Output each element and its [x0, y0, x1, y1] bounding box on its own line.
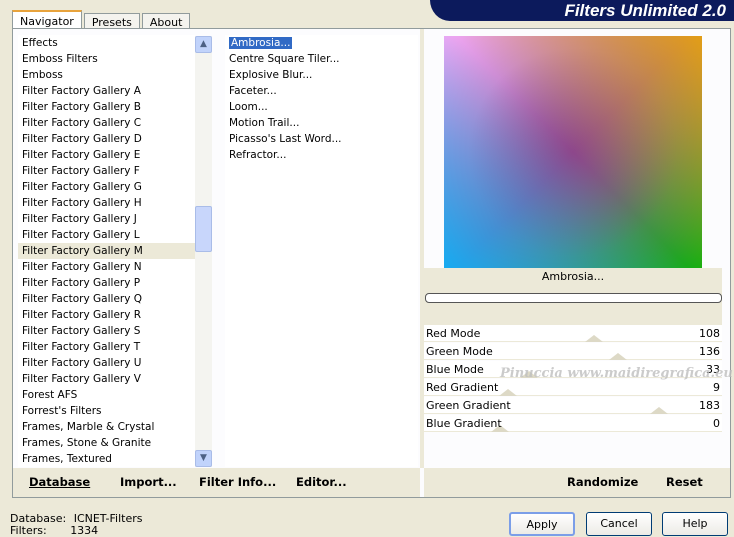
filter-item[interactable]: Motion Trail...: [225, 115, 418, 131]
filter-item-label: Motion Trail...: [229, 117, 300, 129]
right-button-bar: Randomize Reset: [424, 468, 730, 497]
param-label: Red Gradient: [426, 381, 499, 394]
param-label: Blue Mode: [426, 363, 484, 376]
filter-item[interactable]: Faceter...: [225, 83, 418, 99]
param-value: 108: [699, 327, 720, 340]
category-item[interactable]: Forest AFS: [18, 387, 195, 403]
slider-thumb[interactable]: [609, 353, 628, 360]
filter-item[interactable]: Explosive Blur...: [225, 67, 418, 83]
filter-list[interactable]: Ambrosia... Centre Square Tiler... Explosi…: [225, 35, 418, 467]
category-item[interactable]: Filter Factory Gallery G: [18, 179, 195, 195]
category-item[interactable]: Filter Factory Gallery F: [18, 163, 195, 179]
category-item[interactable]: Forrest's Filters: [18, 403, 195, 419]
scroll-thumb[interactable]: [195, 206, 212, 252]
category-item[interactable]: Frames, Marble & Crystal: [18, 419, 195, 435]
editor-button[interactable]: Editor...: [296, 468, 347, 497]
filter-item-label: Picasso's Last Word...: [229, 133, 342, 145]
category-item[interactable]: Filter Factory Gallery A: [18, 83, 195, 99]
filter-item-label: Ambrosia...: [229, 37, 293, 49]
watermark: Pinuccia www.maidiregrafica.eu: [500, 366, 733, 381]
param-label: Blue Gradient: [426, 417, 502, 430]
category-item[interactable]: Filter Factory Gallery S: [18, 323, 195, 339]
category-item[interactable]: Emboss: [18, 67, 195, 83]
app-title-banner: Filters Unlimited 2.0: [430, 0, 734, 21]
randomize-button[interactable]: Randomize: [567, 468, 638, 497]
scroll-up-button[interactable]: ▲: [195, 36, 212, 53]
progress-bar: [425, 293, 722, 303]
category-item[interactable]: Filter Factory Gallery D: [18, 131, 195, 147]
category-item[interactable]: Filter Factory Gallery H: [18, 195, 195, 211]
param-value: 9: [713, 381, 720, 394]
filter-item[interactable]: Picasso's Last Word...: [225, 131, 418, 147]
filter-item[interactable]: Refractor...: [225, 147, 418, 163]
param-value: 183: [699, 399, 720, 412]
category-item[interactable]: Filter Factory Gallery J: [18, 211, 195, 227]
filter-item[interactable]: Loom...: [225, 99, 418, 115]
cancel-button[interactable]: Cancel: [586, 512, 652, 536]
slider-thumb[interactable]: [498, 389, 517, 396]
category-item[interactable]: Filter Factory Gallery C: [18, 115, 195, 131]
filter-item[interactable]: Centre Square Tiler...: [225, 51, 418, 67]
filter-item-label: Explosive Blur...: [229, 69, 313, 81]
import-button[interactable]: Import...: [120, 468, 177, 497]
apply-button[interactable]: Apply: [509, 512, 575, 536]
category-item[interactable]: Filter Factory Gallery R: [18, 307, 195, 323]
category-scrollbar[interactable]: ▲ ▼: [195, 36, 212, 467]
category-item[interactable]: Filter Factory Gallery U: [18, 355, 195, 371]
param-slider-row[interactable]: Red Gradient 9: [424, 379, 722, 396]
category-item[interactable]: Frames, Stone & Granite: [18, 435, 195, 451]
param-value: 136: [699, 345, 720, 358]
filter-item-label: Refractor...: [229, 149, 287, 161]
filter-item[interactable]: Ambrosia...: [225, 35, 418, 51]
param-label: Green Mode: [426, 345, 493, 358]
param-slider-row[interactable]: Red Mode 108: [424, 325, 722, 342]
filter-preview-overlay: [444, 36, 702, 268]
param-label: Red Mode: [426, 327, 481, 340]
param-slider-row[interactable]: Blue Gradient 0: [424, 415, 722, 432]
filter-item-label: Centre Square Tiler...: [229, 53, 340, 65]
category-item[interactable]: Emboss Filters: [18, 51, 195, 67]
filter-item-label: Loom...: [229, 101, 268, 113]
param-slider-row[interactable]: Green Mode 136: [424, 343, 722, 360]
param-slider-row[interactable]: Green Gradient 183: [424, 397, 722, 414]
category-list[interactable]: Effects Emboss Filters Emboss Filter Factor…: [18, 35, 195, 467]
category-item[interactable]: Filter Factory Gallery P: [18, 275, 195, 291]
reset-button[interactable]: Reset: [666, 468, 703, 497]
preview-filter-name: Ambrosia...: [541, 270, 605, 283]
scroll-down-button[interactable]: ▼: [195, 450, 212, 467]
category-item[interactable]: Filter Factory Gallery T: [18, 339, 195, 355]
category-item[interactable]: Filter Factory Gallery E: [18, 147, 195, 163]
category-item[interactable]: Filter Factory Gallery M: [18, 243, 195, 259]
help-button[interactable]: Help: [662, 512, 728, 536]
slider-thumb[interactable]: [585, 335, 604, 342]
param-value: 0: [713, 417, 720, 430]
param-label: Green Gradient: [426, 399, 511, 412]
database-button[interactable]: Database: [29, 468, 90, 497]
left-button-bar: Database Import... Filter Info... Editor…: [13, 468, 420, 497]
category-item[interactable]: Filter Factory Gallery L: [18, 227, 195, 243]
category-item[interactable]: Filter Factory Gallery V: [18, 371, 195, 387]
category-item[interactable]: Filter Factory Gallery B: [18, 99, 195, 115]
category-item[interactable]: Frames, Textured: [18, 451, 195, 467]
category-item[interactable]: Filter Factory Gallery N: [18, 259, 195, 275]
category-item[interactable]: Effects: [18, 35, 195, 51]
category-item[interactable]: Filter Factory Gallery Q: [18, 291, 195, 307]
filter-info-button[interactable]: Filter Info...: [199, 468, 276, 497]
filter-item-label: Faceter...: [229, 85, 277, 97]
slider-thumb[interactable]: [650, 407, 669, 414]
